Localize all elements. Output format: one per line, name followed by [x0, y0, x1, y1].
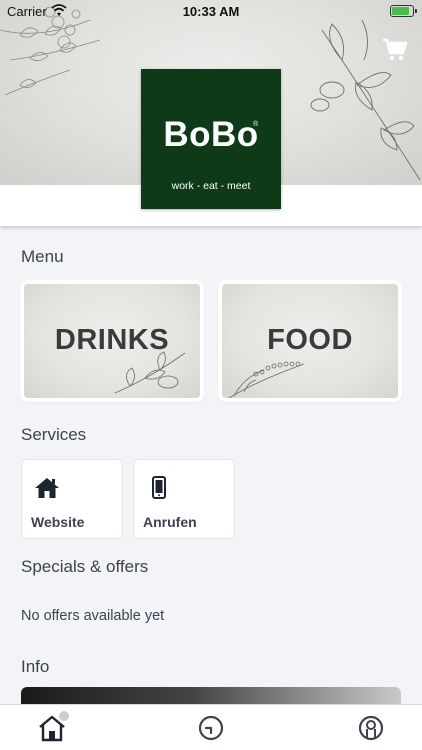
home-icon	[35, 478, 59, 498]
drinks-card[interactable]: DRINKS	[20, 280, 204, 402]
battery-icon	[390, 5, 417, 17]
cart-icon[interactable]	[382, 38, 408, 62]
specials-section-title: Specials & offers	[21, 557, 149, 576]
registered-mark: ®	[253, 121, 259, 128]
tab-indicator	[59, 711, 69, 721]
brand-tagline: work - eat - meet	[171, 180, 251, 192]
profile-icon	[358, 715, 384, 741]
tab-history[interactable]	[196, 713, 226, 743]
lavender-illustration-icon	[228, 361, 305, 398]
tab-profile[interactable]	[356, 713, 386, 743]
tab-home[interactable]	[37, 711, 69, 743]
website-service-button[interactable]: Website	[21, 459, 123, 539]
call-service-label: Anrufen	[143, 514, 197, 530]
status-bar: Carrier 10:33 AM	[0, 0, 422, 22]
website-service-label: Website	[31, 514, 85, 530]
olive-branch-right-decoration	[310, 19, 421, 181]
info-section-title: Info	[21, 657, 50, 676]
status-time: 10:33 AM	[182, 4, 240, 19]
food-card[interactable]: FOOD	[218, 280, 402, 402]
header: BoBo ® work - eat - meet	[0, 0, 422, 226]
phone-icon	[152, 476, 166, 499]
call-service-button[interactable]: Anrufen	[133, 459, 235, 539]
no-offers-text: No offers available yet	[21, 608, 165, 624]
services-section-title: Services	[21, 425, 87, 444]
brand-logo: BoBo ® work - eat - meet	[141, 69, 281, 209]
brand-name: BoBo	[163, 115, 259, 154]
menu-section-title: Menu	[21, 247, 64, 266]
herb-illustration-icon	[114, 351, 186, 394]
tab-bar	[0, 704, 422, 750]
clock-icon	[198, 715, 224, 741]
